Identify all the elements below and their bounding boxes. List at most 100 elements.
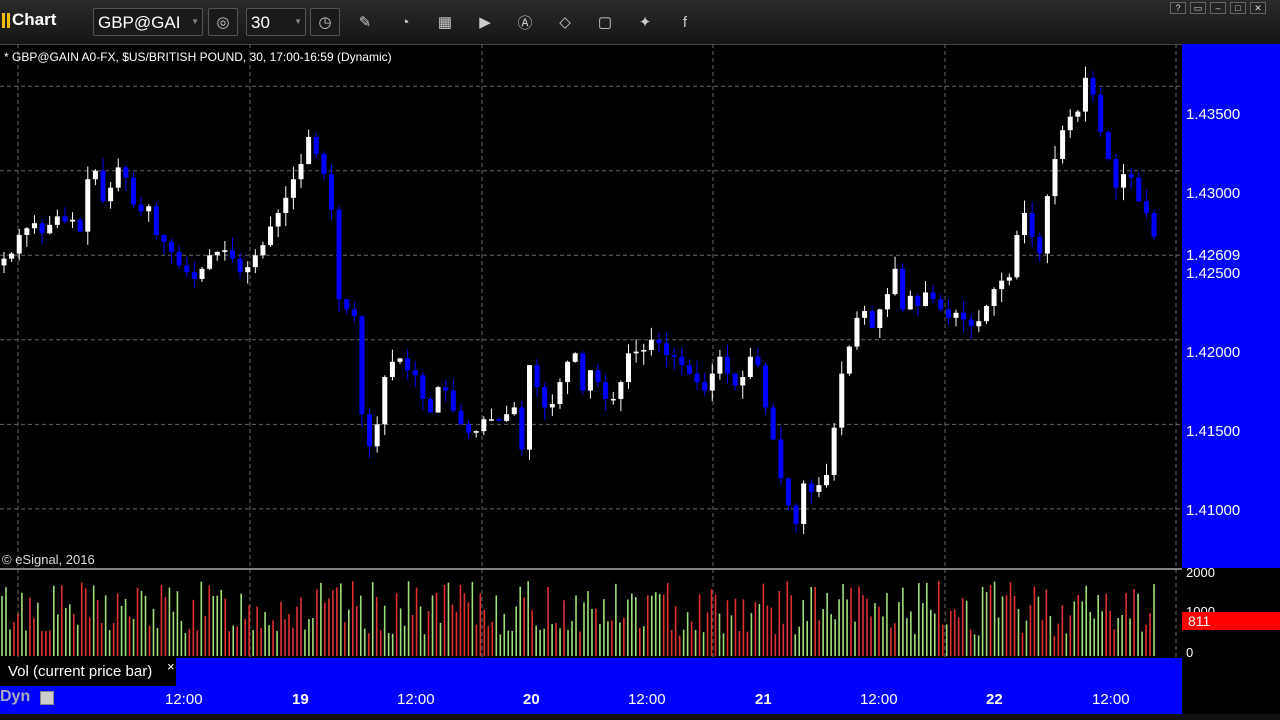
candle-body [275, 213, 281, 227]
time-tick-label: 12:00 [397, 691, 435, 708]
restore-icon[interactable]: ▭ [1190, 2, 1206, 14]
candle-body [62, 216, 68, 222]
candle-body [1052, 158, 1058, 197]
candle-body [626, 353, 632, 383]
candle-body [656, 339, 662, 344]
candle-body [717, 356, 723, 374]
candle-body [397, 358, 403, 362]
candle-body [336, 209, 342, 300]
candle-body [1151, 213, 1157, 237]
candle-body [557, 382, 563, 405]
candle-body [115, 167, 121, 188]
candle-body [389, 361, 395, 377]
candle-body [283, 197, 289, 214]
candle-body [306, 136, 312, 165]
candle-body [1098, 94, 1104, 132]
candle-body [47, 224, 53, 234]
candle-body [983, 306, 989, 322]
candle-body [785, 478, 791, 506]
candle-body [862, 311, 868, 318]
candle-body [405, 358, 411, 371]
candle-body [245, 267, 251, 273]
candle-body [473, 431, 479, 433]
candle-body [321, 153, 327, 175]
minimize-icon[interactable]: – [1210, 2, 1226, 14]
candle-body [801, 483, 807, 525]
candle-body [1067, 116, 1073, 131]
candle-body [146, 206, 152, 212]
candle-body [359, 316, 365, 415]
candle-body [290, 179, 296, 198]
candle-body [9, 253, 15, 259]
price-tick-label: 1.43000 [1186, 185, 1241, 202]
candle-body [412, 370, 418, 376]
candle-body [176, 251, 182, 266]
close-study-icon[interactable]: × [167, 659, 175, 674]
candle-body [694, 373, 700, 383]
candle-body [930, 292, 936, 300]
candle-body [92, 170, 98, 180]
maximize-icon[interactable]: □ [1230, 2, 1246, 14]
candle-body [831, 427, 837, 476]
candle-body [709, 373, 715, 391]
candle-body [214, 251, 220, 256]
candle-body [504, 414, 510, 421]
status-strip [0, 714, 1280, 720]
price-chart[interactable] [0, 0, 1182, 714]
candle-body [382, 376, 388, 425]
candle-body [367, 414, 373, 447]
candle-body [169, 241, 175, 252]
candle-body [130, 177, 136, 205]
candle-body [466, 424, 472, 433]
lock-icon[interactable] [40, 691, 54, 705]
time-tick-label: 12:00 [628, 691, 666, 708]
candle-body [915, 295, 921, 306]
candle-body [443, 387, 449, 391]
candle-body [603, 382, 609, 399]
volume-current-badge: 811 [1182, 612, 1280, 630]
candle-body [808, 483, 814, 492]
candle-body [991, 289, 997, 306]
candle-body [427, 398, 433, 413]
candle-body [877, 309, 883, 328]
candle-body [100, 170, 106, 202]
candle-body [16, 235, 22, 254]
candle-body [481, 419, 487, 432]
candle-body [999, 280, 1005, 290]
candle-body [610, 398, 616, 401]
candle-body [374, 424, 380, 447]
volume-study-title[interactable]: Vol (current price bar) [0, 658, 176, 686]
day-tick-label: 20 [523, 691, 540, 708]
candle-body [313, 136, 319, 154]
candle-body [1090, 77, 1096, 95]
price-tick-label: 1.41500 [1186, 423, 1241, 440]
price-tick-label: 1.42500 [1186, 265, 1241, 282]
dynamic-mode-label[interactable]: Dyn [0, 688, 30, 706]
candle-body [526, 365, 532, 450]
candle-body [108, 187, 114, 202]
chart-header: * GBP@GAIN A0-FX, $US/BRITISH POUND, 30,… [4, 50, 392, 64]
candle-body [199, 268, 205, 279]
close-icon[interactable]: ✕ [1250, 2, 1266, 14]
candle-body [1006, 277, 1012, 281]
volume-tick-label: 0 [1186, 645, 1194, 660]
candle-body [268, 226, 274, 246]
candle-body [1060, 130, 1066, 159]
copyright: © eSignal, 2016 [2, 552, 95, 567]
price-tick-label: 1.42000 [1186, 344, 1241, 361]
candle-body [222, 250, 228, 252]
candle-body [328, 174, 334, 210]
candle-body [1075, 111, 1081, 117]
candle-body [945, 309, 951, 318]
candle-body [237, 258, 243, 273]
candle-body [1022, 213, 1028, 236]
candle-body [31, 223, 37, 229]
candle-body [839, 373, 845, 428]
candle-body [511, 407, 517, 415]
candle-body [260, 245, 266, 256]
candle-body [207, 255, 213, 269]
time-tick-label: 12:00 [165, 691, 203, 708]
time-tick-label: 12:00 [1092, 691, 1130, 708]
candle-body [816, 485, 822, 492]
candle-body [884, 294, 890, 310]
